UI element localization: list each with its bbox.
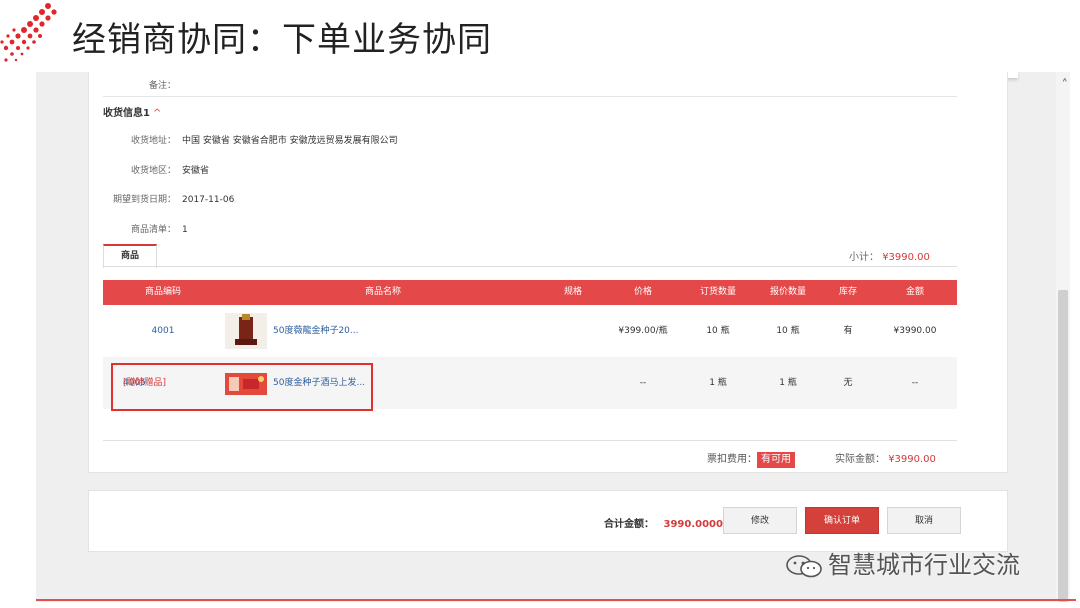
subtotal: 小计： ¥3990.00 — [849, 248, 930, 263]
col-spec: 规格 — [563, 287, 582, 297]
remark-label: 备注： — [148, 81, 176, 91]
col-stock: 库存 — [838, 287, 857, 297]
stock-cell: 无 — [843, 378, 853, 388]
region-value: 安徽省 — [182, 166, 210, 176]
items-value: 1 — [182, 225, 188, 235]
actual-amount: 实际金额： ¥3990.00 — [835, 450, 936, 465]
deduct-available-tag[interactable]: 有可用 — [757, 452, 795, 468]
slide-footer-line — [36, 599, 1076, 601]
divider — [103, 440, 957, 441]
subtotal-label: 小计： — [849, 252, 879, 263]
order-detail-panel: 备注： 收货信息1 ^ 收货地址： 中国 安徽省 安徽省合肥市 安徽茂远贸易发展有限… — [88, 72, 1008, 473]
product-code-link[interactable]: 4001 — [103, 305, 223, 357]
order-qty-cell: 10 瓶 — [706, 326, 730, 336]
stock-cell: 有 — [843, 326, 853, 336]
price-cell: ¥399.00/瓶 — [618, 326, 668, 336]
table-header: 商品编码 商品名称 规格 价格 订货数量 报价数量 库存 金额 — [103, 280, 957, 305]
order-qty-cell: 1 瓶 — [709, 378, 727, 388]
col-amount: 金额 — [905, 287, 924, 297]
scroll-thumb[interactable] — [1058, 290, 1068, 602]
logo-dots-icon — [0, 3, 57, 62]
scrollbar[interactable]: ˄ — [1056, 72, 1070, 602]
items-label: 商品清单： — [130, 225, 176, 235]
divider — [103, 96, 957, 97]
edit-button[interactable]: 修改 — [723, 507, 797, 534]
deduct-label: 票扣费用： — [707, 454, 757, 465]
region-row: 收货地区： 安徽省 — [89, 163, 209, 176]
total-label: 合计金额： — [604, 519, 654, 530]
col-order-qty: 订货数量 — [699, 287, 736, 297]
section-title[interactable]: 收货信息1 ^ — [103, 104, 161, 119]
confirm-order-button[interactable]: 确认订单 — [805, 507, 879, 534]
price-cell: -- — [639, 378, 647, 388]
region-label: 收货地区： — [130, 166, 176, 176]
quote-qty-cell: 10 瓶 — [776, 326, 800, 336]
col-price: 价格 — [633, 287, 652, 297]
annotation-highlight — [111, 363, 373, 411]
order-actions-panel: 合计金额： 3990.0000 修改 确认订单 取消 — [88, 490, 1008, 552]
wechat-icon — [786, 555, 822, 578]
subtotal-value: ¥3990.00 — [882, 252, 930, 263]
collapse-caret-icon[interactable]: ^ — [153, 108, 161, 119]
scroll-up-arrow-icon[interactable]: ˄ — [1062, 78, 1069, 93]
date-label: 期望到货日期： — [112, 195, 176, 205]
items-row: 商品清单： 1 — [89, 222, 188, 235]
col-quote-qty: 报价数量 — [769, 287, 806, 297]
tab-products[interactable]: 商品 — [103, 244, 157, 268]
section-title-text: 收货信息1 — [103, 108, 150, 119]
date-row: 期望到货日期： 2017-11-06 — [89, 192, 234, 205]
watermark: 智慧城市行业交流 — [784, 545, 1020, 580]
col-name: 商品名称 — [364, 287, 401, 297]
amount-cell: -- — [911, 378, 919, 388]
amount-cell: ¥3990.00 — [893, 326, 937, 336]
product-name-link[interactable]: 50度薇龍金种子20... — [273, 305, 543, 357]
total-value: 3990.0000 — [663, 519, 723, 530]
actual-label: 实际金额： — [835, 454, 885, 465]
product-thumbnail[interactable] — [225, 313, 267, 349]
address-row: 收货地址： 中国 安徽省 安徽省合肥市 安徽茂远贸易发展有限公司 — [89, 133, 398, 146]
quote-qty-cell: 1 瓶 — [779, 378, 797, 388]
remark-row: 备注： — [89, 78, 182, 91]
address-label: 收货地址： — [130, 136, 176, 146]
col-code: 商品编码 — [144, 287, 181, 297]
deduct-fee: 票扣费用： 有可用 — [707, 450, 795, 468]
actual-value: ¥3990.00 — [888, 454, 936, 465]
date-value: 2017-11-06 — [182, 195, 235, 205]
app-screenshot: 备注： 收货信息1 ^ 收货地址： 中国 安徽省 安徽省合肥市 安徽茂远贸易发展有限… — [36, 72, 1070, 602]
cancel-button[interactable]: 取消 — [887, 507, 961, 534]
table-row: 4001 50度薇龍金种子20... ¥399.00/瓶 10 瓶 10 瓶 有… — [103, 305, 957, 357]
watermark-text: 智慧城市行业交流 — [828, 551, 1020, 579]
address-value: 中国 安徽省 安徽省合肥市 安徽茂远贸易发展有限公司 — [182, 136, 398, 146]
tab-underline — [103, 266, 957, 267]
slide-title: 经销商协同：下单业务协同 — [72, 20, 492, 60]
total-amount: 合计金额： 3990.0000 — [604, 515, 723, 530]
